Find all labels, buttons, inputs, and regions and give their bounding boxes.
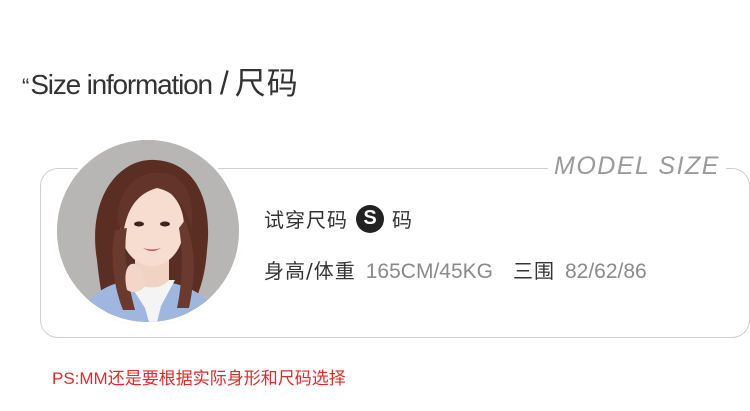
heading-chinese: 尺码 (234, 66, 299, 102)
try-on-size-row: 试穿尺码 S 码 (264, 204, 413, 233)
section-heading: “ Size information / 尺码 (22, 58, 299, 102)
quote-mark: “ (22, 74, 30, 99)
heading-english: Size information (30, 69, 213, 100)
heading-slash: / (219, 65, 229, 101)
model-photo (57, 140, 239, 322)
model-size-label: MODEL SIZE (548, 152, 726, 181)
measurements-value: 82/62/86 (564, 260, 647, 283)
height-weight-value: 165CM/45KG (365, 260, 493, 283)
try-size-label: 试穿尺码 (264, 208, 348, 232)
measurements-label: 三围 (512, 259, 555, 283)
note-prefix: PS:MM (52, 369, 108, 388)
note-text: 还是要根据实际身形和尺码选择 (107, 369, 346, 389)
selection-note: PS:MM还是要根据实际身形和尺码选择 (52, 364, 346, 389)
measurements-row: 身高/体重 165CM/45KG 三围 82/62/86 (264, 255, 647, 284)
try-size-suffix: 码 (392, 208, 413, 232)
size-badge: S (356, 204, 384, 233)
height-weight-label: 身高/体重 (264, 259, 356, 283)
